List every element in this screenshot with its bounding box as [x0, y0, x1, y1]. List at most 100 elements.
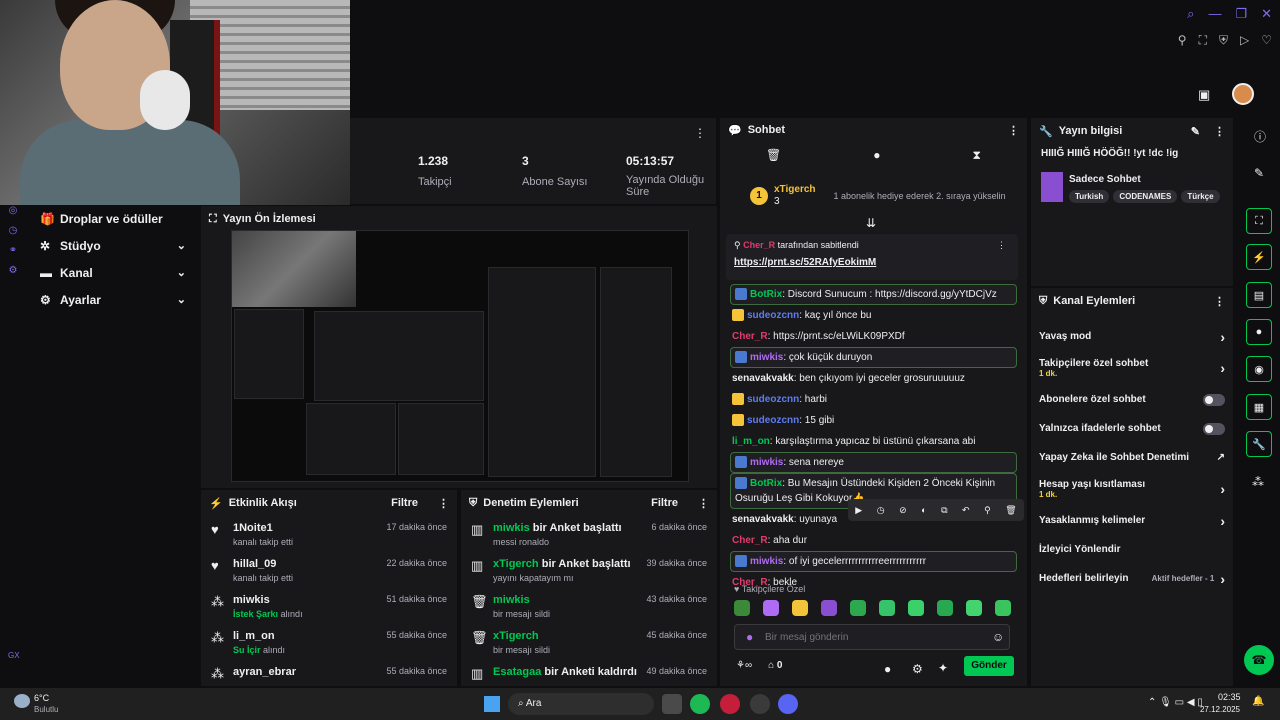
rail-button-broadcast[interactable]: ◉ [1246, 356, 1272, 382]
heart-icon[interactable]: ♡ [1261, 33, 1272, 48]
avatar[interactable] [1232, 83, 1254, 105]
discord-icon[interactable] [778, 694, 798, 714]
feed-item[interactable]: ⁂ li_m_on Su İçir alındı 55 dakika önce [201, 624, 457, 660]
steam-icon[interactable] [750, 694, 770, 714]
chat-message[interactable]: li_m_on: karşılaştırma yapıcaz bi üstünü… [720, 431, 1027, 452]
chat-message[interactable]: senavakvakk: ben çıkıyom iyi geceler gro… [720, 368, 1027, 389]
nav-item-settings[interactable]: ⚙ Ayarlar ⌄ [28, 286, 198, 313]
chat-message[interactable]: BotRix: Discord Sunucum : https://discor… [730, 284, 1017, 305]
nav-item-studio[interactable]: ✲ Stüdyo ⌄ [28, 232, 198, 259]
rail-button-chat[interactable]: ● [1246, 319, 1272, 345]
mod-item[interactable]: 🗑 xTigerch bir mesajı sildi 45 dakika ön… [461, 624, 717, 660]
emote[interactable] [734, 600, 750, 616]
search-icon[interactable]: ⌕ [1187, 6, 1194, 22]
toggle-switch[interactable] [1203, 422, 1225, 435]
hide-icon[interactable]: ⊘ [899, 505, 907, 516]
trash-icon[interactable]: 🗑 [1005, 505, 1016, 516]
feed-item[interactable]: ⁂ miwkis İstek Şarkı alındı 51 dakika ön… [201, 588, 457, 624]
feed-item[interactable]: ♥ 1Noite1 kanalı takip etti 17 dakika ön… [201, 516, 457, 552]
rail-button-layout[interactable]: ▦ [1246, 394, 1272, 420]
emote[interactable] [908, 600, 924, 616]
minimize-icon[interactable]: — [1208, 6, 1221, 22]
action-item[interactable]: Yasaklanmış kelimeler › [1031, 506, 1233, 535]
clock-icon[interactable]: ◷ [0, 225, 26, 236]
chat-message[interactable]: sudeozcnn: harbi [720, 389, 1027, 410]
action-item[interactable]: Abonelere özel sohbet [1031, 385, 1233, 414]
play-icon[interactable]: ▷ [1240, 33, 1249, 48]
chat-bubble-icon[interactable]: ● [873, 148, 880, 163]
spotify-icon[interactable] [690, 694, 710, 714]
restore-icon[interactable]: ❐ [1235, 6, 1247, 22]
clock-icon[interactable]: ◷ [877, 505, 885, 516]
chat-message[interactable]: Cher_R: aha dur [720, 530, 1027, 551]
more-icon[interactable]: ⋮ [698, 497, 709, 510]
rail-button-bolt[interactable]: ⚡ [1246, 244, 1272, 270]
emote[interactable] [763, 600, 779, 616]
drops-icon[interactable]: ◎ [0, 205, 26, 216]
pencil-icon[interactable]: ✎ [1254, 166, 1264, 180]
close-icon[interactable]: ✕ [1261, 6, 1272, 22]
mod-item[interactable]: ▥ xTigerch bir Anket başlattı yayını kap… [461, 552, 717, 588]
action-item[interactable]: Yavaş mod › [1031, 322, 1233, 351]
more-icon[interactable]: ⋮ [438, 497, 449, 510]
settings-icon[interactable]: ⚙ [0, 265, 26, 276]
chat-message[interactable]: miwkis: of iyi gecelerrrrrrrrrrreerrrrrr… [730, 551, 1017, 572]
action-item[interactable]: Hesap yaşı kısıtlaması 1 dk. › [1031, 472, 1233, 506]
more-icon[interactable]: ⋮ [694, 126, 706, 140]
emote[interactable] [966, 600, 982, 616]
mod-item[interactable]: ▥ miwkis bir Anket başlattı messi ronald… [461, 516, 717, 552]
preview-image[interactable] [231, 230, 689, 482]
action-item[interactable]: Yapay Zeka ile Sohbet Denetimi ↗ [1031, 443, 1233, 472]
play-icon[interactable]: ▶ [855, 505, 862, 516]
chat-message[interactable]: sudeozcnn: kaç yıl önce bu [720, 305, 1027, 326]
emote[interactable] [937, 600, 953, 616]
emote[interactable] [792, 600, 808, 616]
info-icon[interactable]: ⓘ [1254, 128, 1266, 145]
more-icon[interactable]: ⋮ [997, 240, 1006, 251]
chat-settings-icon[interactable]: ● [884, 662, 891, 676]
puzzle-icon[interactable]: ✦ [938, 661, 948, 675]
pinned-message[interactable]: ⚲ Cher_R tarafından sabitlendi ⋮ https:/… [726, 234, 1018, 280]
more-icon[interactable]: ⋮ [1008, 124, 1019, 137]
edit-icon[interactable]: ✎ [1191, 125, 1200, 138]
emote[interactable] [850, 600, 866, 616]
chat-message[interactable]: Cher_R: https://prnt.sc/eLWiLK09PXDf [720, 326, 1027, 347]
mic-icon[interactable]: ● [746, 630, 753, 644]
send-button[interactable]: Gönder [964, 656, 1014, 676]
trash-icon[interactable]: 🗑 [766, 148, 781, 163]
notification-icon[interactable]: 🔔 [1252, 696, 1264, 707]
nav-item-channel[interactable]: ▬ Kanal ⌄ [28, 259, 198, 286]
rail-button-crop[interactable]: ⛶ [1246, 208, 1272, 234]
action-item[interactable]: İzleyici Yönlendir [1031, 535, 1233, 564]
action-item[interactable]: Takipçilere özel sohbet 1 dk. › [1031, 351, 1233, 385]
tray-icons[interactable]: ⌃ 🎙 ▭ ◀ ▯ [1148, 697, 1203, 708]
copy-icon[interactable]: ⧉ [941, 505, 947, 516]
more-icon[interactable]: ⋮ [1214, 125, 1225, 138]
community-icon[interactable]: ⁂ [1252, 475, 1264, 489]
undo-icon[interactable]: ↶ [962, 505, 970, 516]
scroll-down-icon[interactable]: ⇊ [866, 216, 876, 230]
file-explorer-icon[interactable] [662, 694, 682, 714]
chat-input[interactable] [734, 624, 1010, 650]
chat-message[interactable]: sudeozcnn: 15 gibi [720, 410, 1027, 431]
action-item[interactable]: Hedefleri belirleyin Aktif hedefler - 1 › [1031, 564, 1233, 593]
emote[interactable] [995, 600, 1011, 616]
mod-item[interactable]: 🗑 miwkis bir mesajı sildi 43 dakika önce [461, 588, 717, 624]
emote[interactable] [879, 600, 895, 616]
pin-icon[interactable]: ⚲ [1178, 33, 1187, 48]
infinity-icon[interactable]: ⚘∞ [736, 660, 752, 671]
store-icon[interactable]: ⌂ 0 [768, 660, 782, 671]
rail-button-wrench[interactable]: 🔧 [1246, 431, 1272, 457]
crop-icon[interactable]: ⛶ [1199, 33, 1207, 48]
shield-icon[interactable]: ⛨ [1219, 33, 1228, 48]
opera-gx-icon[interactable] [720, 694, 740, 714]
toggle-switch[interactable] [1203, 393, 1225, 406]
nav-item-drops[interactable]: 🎁 Droplar ve ödüller [28, 205, 198, 232]
windows-start-icon[interactable] [484, 696, 500, 712]
feed-filter-button[interactable]: Filtre [391, 497, 418, 509]
gear-icon[interactable]: ⚙ [912, 662, 923, 676]
action-item[interactable]: Yalnızca ifadelerle sohbet [1031, 414, 1233, 443]
feed-item[interactable]: ♥ hillal_09 kanalı takip etti 22 dakika … [201, 552, 457, 588]
emoji-icon[interactable]: ☺ [992, 630, 1004, 644]
reply-icon[interactable]: ◐ [921, 505, 926, 515]
